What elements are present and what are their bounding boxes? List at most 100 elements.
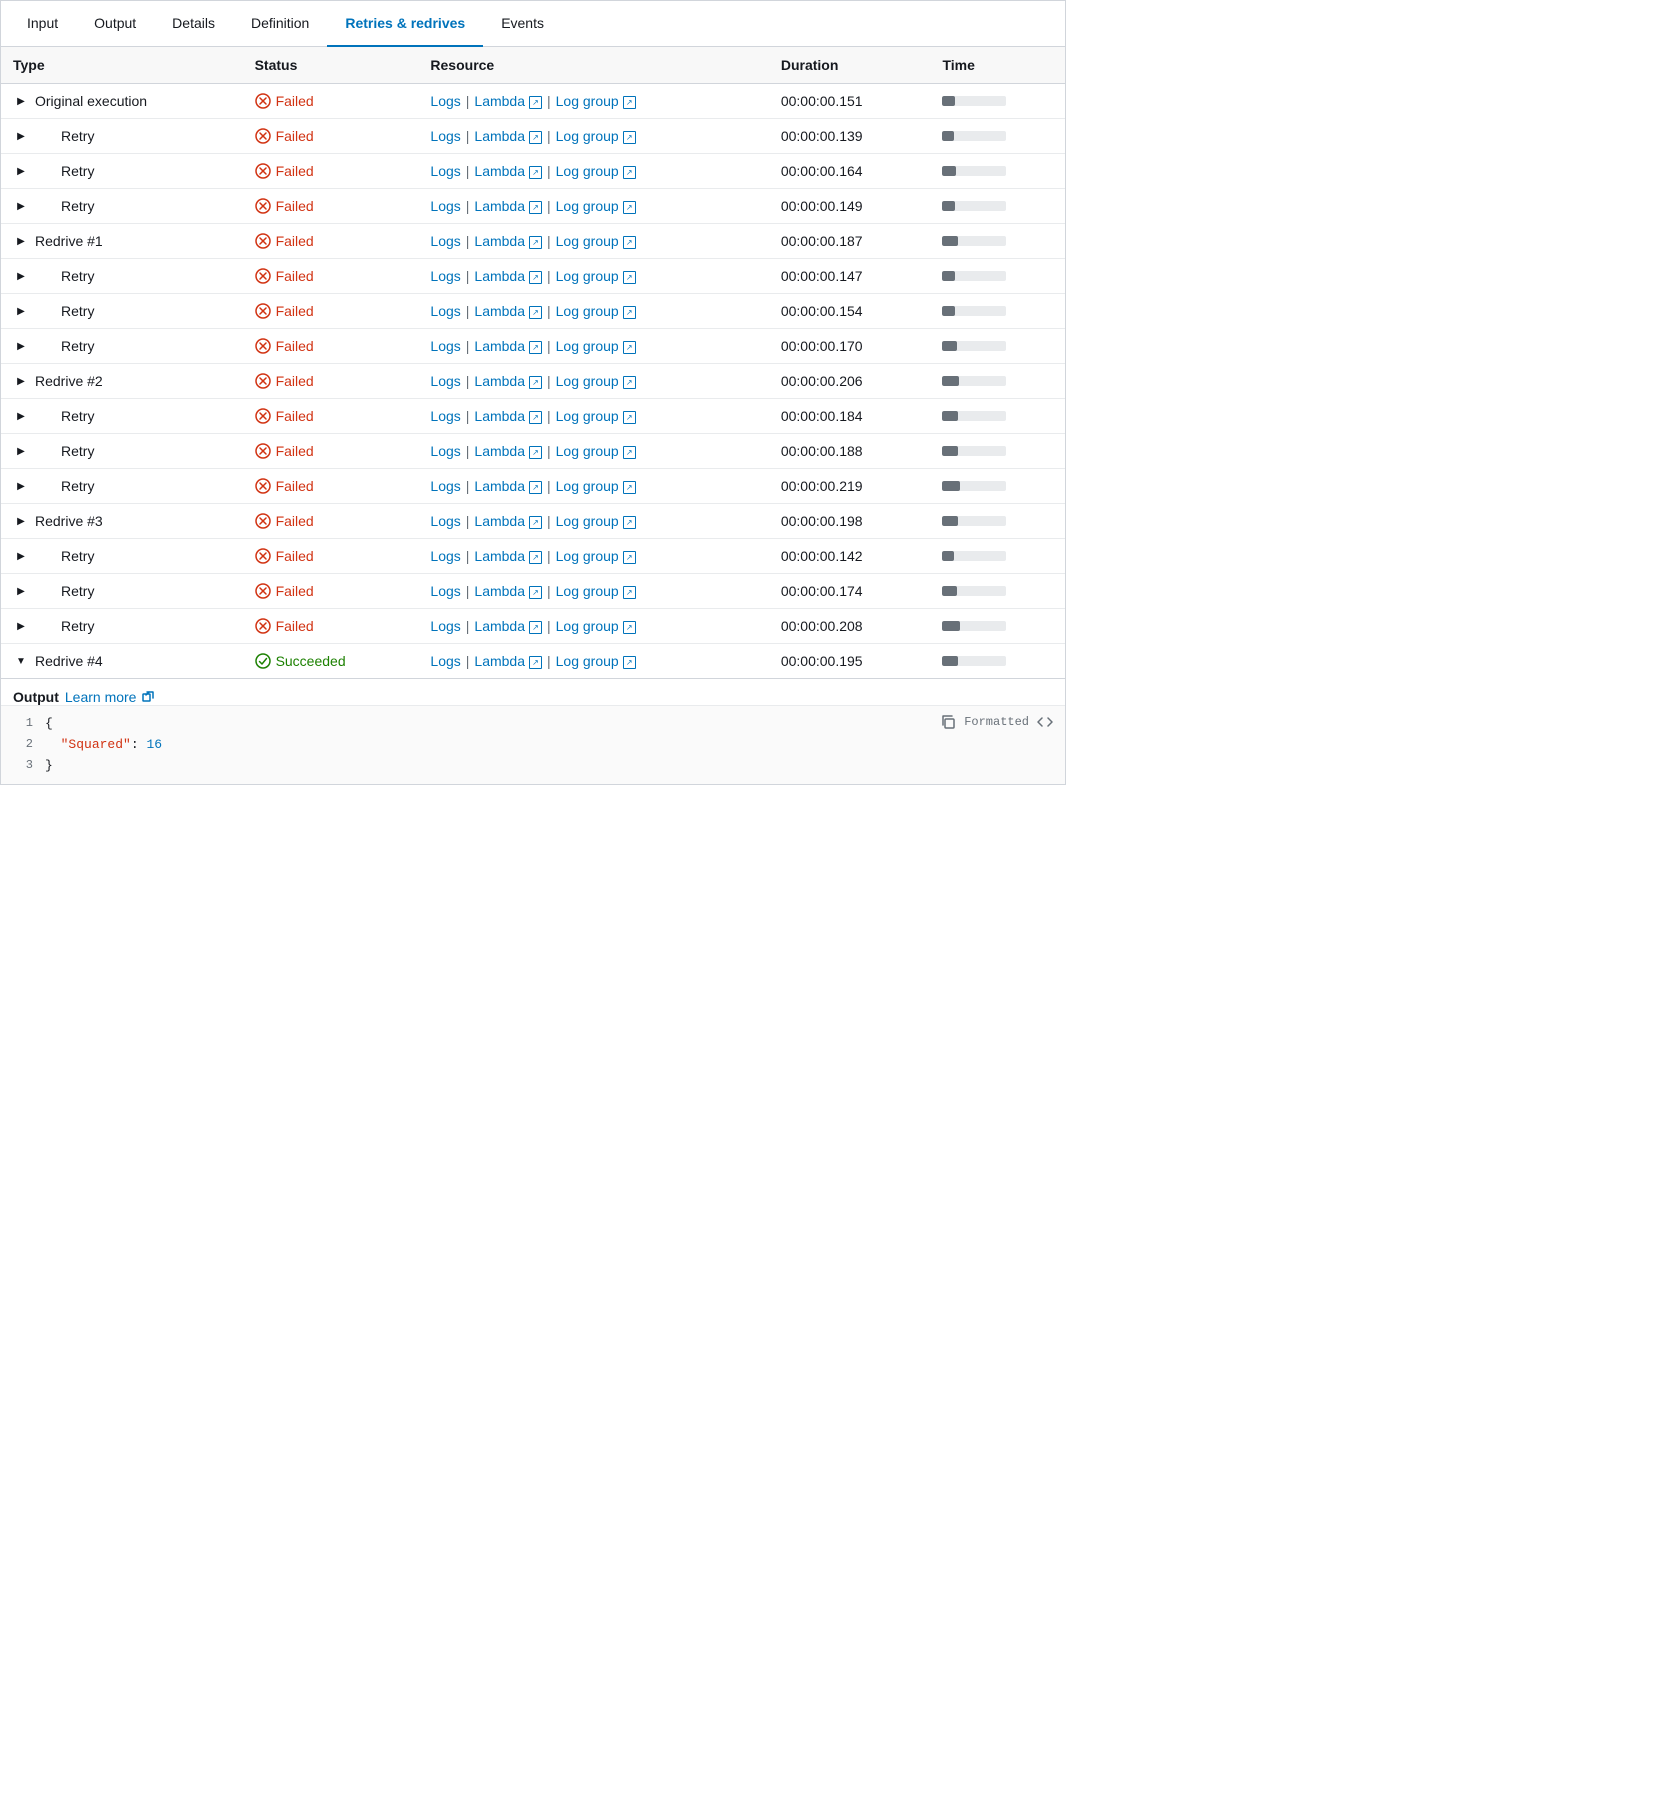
tab-definition[interactable]: Definition — [233, 1, 327, 47]
resource-sep-1: | — [466, 163, 470, 179]
tab-details[interactable]: Details — [154, 1, 233, 47]
lambda-ext-icon: ↗ — [529, 376, 542, 389]
lambda-link[interactable]: Lambda — [474, 268, 525, 284]
copy-button[interactable] — [940, 714, 956, 730]
lambda-ext-icon: ↗ — [529, 166, 542, 179]
logs-link[interactable]: Logs — [430, 93, 460, 109]
resource-cell: Logs | Lambda ↗ | Log group ↗ — [418, 259, 768, 294]
table-header-row: Type Status Resource Duration Time — [1, 47, 1065, 84]
expand-button[interactable]: ▶ — [13, 128, 29, 144]
learn-more-link[interactable]: Learn more — [65, 689, 137, 705]
status-badge: Failed — [255, 198, 407, 214]
logs-link[interactable]: Logs — [430, 408, 460, 424]
tab-input[interactable]: Input — [9, 1, 76, 47]
lambda-link[interactable]: Lambda — [474, 443, 525, 459]
duration-cell: 00:00:00.195 — [769, 644, 931, 679]
loggroup-link[interactable]: Log group — [556, 618, 619, 634]
loggroup-link[interactable]: Log group — [556, 163, 619, 179]
loggroup-link[interactable]: Log group — [556, 443, 619, 459]
lambda-ext-icon: ↗ — [529, 131, 542, 144]
lambda-link[interactable]: Lambda — [474, 198, 525, 214]
tab-events[interactable]: Events — [483, 1, 562, 47]
expand-button[interactable]: ▶ — [13, 513, 29, 529]
loggroup-link[interactable]: Log group — [556, 513, 619, 529]
succeeded-icon — [255, 653, 271, 669]
lambda-link[interactable]: Lambda — [474, 548, 525, 564]
tab-retries[interactable]: Retries & redrives — [327, 1, 483, 47]
expand-button[interactable]: ▶ — [13, 268, 29, 284]
logs-link[interactable]: Logs — [430, 548, 460, 564]
duration-cell: 00:00:00.149 — [769, 189, 931, 224]
expand-button[interactable]: ▶ — [13, 408, 29, 424]
logs-link[interactable]: Logs — [430, 268, 460, 284]
code-view-button[interactable] — [1037, 714, 1053, 730]
lambda-link[interactable]: Lambda — [474, 163, 525, 179]
expand-button[interactable]: ▶ — [13, 93, 29, 109]
loggroup-ext-icon: ↗ — [623, 446, 636, 459]
logs-link[interactable]: Logs — [430, 198, 460, 214]
logs-link[interactable]: Logs — [430, 513, 460, 529]
expand-button[interactable]: ▶ — [13, 443, 29, 459]
expand-button[interactable]: ▶ — [13, 303, 29, 319]
time-bar-bg — [942, 446, 1006, 456]
expand-button[interactable]: ▶ — [13, 163, 29, 179]
lambda-link[interactable]: Lambda — [474, 618, 525, 634]
expand-button[interactable]: ▶ — [13, 618, 29, 634]
loggroup-link[interactable]: Log group — [556, 653, 619, 669]
lambda-link[interactable]: Lambda — [474, 373, 525, 389]
logs-link[interactable]: Logs — [430, 303, 460, 319]
expand-button[interactable]: ▶ — [13, 338, 29, 354]
loggroup-link[interactable]: Log group — [556, 373, 619, 389]
loggroup-link[interactable]: Log group — [556, 583, 619, 599]
logs-link[interactable]: Logs — [430, 443, 460, 459]
loggroup-link[interactable]: Log group — [556, 478, 619, 494]
loggroup-link[interactable]: Log group — [556, 408, 619, 424]
logs-link[interactable]: Logs — [430, 373, 460, 389]
time-bar-bg — [942, 376, 1006, 386]
duration-cell: 00:00:00.188 — [769, 434, 931, 469]
loggroup-link[interactable]: Log group — [556, 268, 619, 284]
lambda-link[interactable]: Lambda — [474, 408, 525, 424]
logs-link[interactable]: Logs — [430, 478, 460, 494]
tab-output[interactable]: Output — [76, 1, 154, 47]
expand-button[interactable]: ▶ — [13, 583, 29, 599]
time-bar-cell — [930, 189, 1065, 224]
expand-button[interactable]: ▶ — [13, 373, 29, 389]
loggroup-ext-icon: ↗ — [623, 481, 636, 494]
lambda-link[interactable]: Lambda — [474, 303, 525, 319]
loggroup-link[interactable]: Log group — [556, 548, 619, 564]
logs-link[interactable]: Logs — [430, 128, 460, 144]
logs-link[interactable]: Logs — [430, 653, 460, 669]
logs-link[interactable]: Logs — [430, 233, 460, 249]
lambda-link[interactable]: Lambda — [474, 93, 525, 109]
loggroup-link[interactable]: Log group — [556, 93, 619, 109]
lambda-link[interactable]: Lambda — [474, 233, 525, 249]
expand-button[interactable]: ▼ — [13, 653, 29, 669]
loggroup-link[interactable]: Log group — [556, 233, 619, 249]
lambda-link[interactable]: Lambda — [474, 653, 525, 669]
loggroup-link[interactable]: Log group — [556, 128, 619, 144]
table-row: ▶RetryFailed Logs | Lambda ↗ | Log group… — [1, 469, 1065, 504]
loggroup-link[interactable]: Log group — [556, 198, 619, 214]
col-header-resource: Resource — [418, 47, 768, 84]
expand-button[interactable]: ▶ — [13, 548, 29, 564]
lambda-link[interactable]: Lambda — [474, 583, 525, 599]
failed-icon — [255, 478, 271, 494]
type-cell-content: ▶Retry — [13, 618, 231, 634]
loggroup-link[interactable]: Log group — [556, 338, 619, 354]
failed-icon — [255, 268, 271, 284]
lambda-link[interactable]: Lambda — [474, 513, 525, 529]
logs-link[interactable]: Logs — [430, 583, 460, 599]
expand-button[interactable]: ▶ — [13, 478, 29, 494]
lambda-link[interactable]: Lambda — [474, 338, 525, 354]
logs-link[interactable]: Logs — [430, 618, 460, 634]
logs-link[interactable]: Logs — [430, 163, 460, 179]
expand-button[interactable]: ▶ — [13, 198, 29, 214]
expand-button[interactable]: ▶ — [13, 233, 29, 249]
loggroup-ext-icon: ↗ — [623, 621, 636, 634]
time-bar-bg — [942, 481, 1006, 491]
lambda-link[interactable]: Lambda — [474, 478, 525, 494]
lambda-link[interactable]: Lambda — [474, 128, 525, 144]
loggroup-link[interactable]: Log group — [556, 303, 619, 319]
logs-link[interactable]: Logs — [430, 338, 460, 354]
